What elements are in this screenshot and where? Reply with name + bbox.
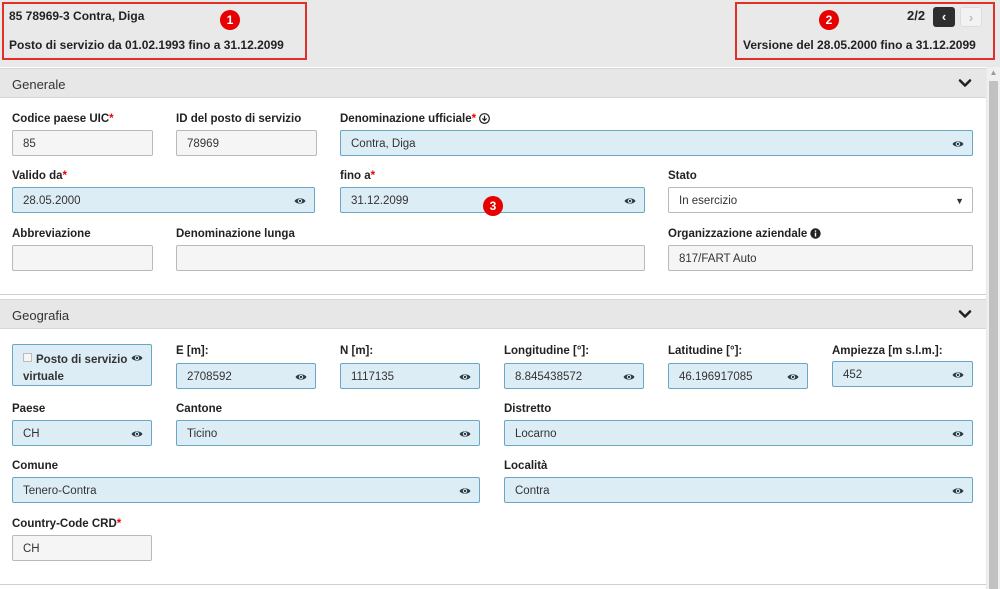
dropdown-arrow-icon: ▼ — [955, 196, 964, 206]
annotation-badge-2: 2 — [819, 10, 839, 30]
e-coordinate-label: E [m]: — [176, 345, 209, 357]
organizzazione-aziendale-field[interactable]: 817/FART Auto — [668, 245, 973, 271]
codice-paese-field[interactable]: 85 — [12, 130, 153, 156]
annotation-badge-3: 3 — [483, 196, 503, 216]
version-text: Versione del 28.05.2000 fino a 31.12.209… — [743, 38, 976, 52]
eye-icon[interactable] — [624, 195, 636, 207]
eye-icon[interactable] — [787, 371, 799, 383]
ampiezza-label: Ampiezza [m s.l.m.]: — [832, 345, 943, 357]
denominazione-ufficiale-field[interactable]: Contra, Diga — [340, 130, 973, 156]
stato-label: Stato — [668, 170, 697, 182]
latitudine-label: Latitudine [°]: — [668, 345, 743, 357]
country-code-crd-field[interactable]: CH — [12, 535, 152, 561]
country-code-crd-label: Country-Code CRD* — [12, 518, 122, 530]
longitudine-field[interactable]: 8.845438572 — [504, 363, 644, 389]
scrollbar-thumb[interactable] — [989, 81, 998, 589]
eye-icon[interactable] — [952, 369, 964, 381]
id-posto-label: ID del posto di servizio — [176, 113, 302, 125]
denominazione-lunga-field[interactable] — [176, 245, 645, 271]
n-coordinate-field[interactable]: 1117135 — [340, 363, 480, 389]
localita-field[interactable]: Contra — [504, 477, 973, 503]
paese-label: Paese — [12, 403, 46, 415]
section-title-generale: Generale — [12, 77, 66, 92]
header-bar: 85 78969-3 Contra, Diga Posto di servizi… — [0, 0, 1000, 65]
chevron-down-icon[interactable] — [958, 307, 972, 321]
section-header-geografia[interactable]: Geografia — [0, 299, 986, 329]
info-icon[interactable] — [810, 228, 822, 239]
validity-text: Posto di servizio da 01.02.1993 fino a 3… — [9, 38, 284, 52]
n-coordinate-label: N [m]: — [340, 345, 374, 357]
download-info-icon[interactable] — [479, 113, 491, 124]
chevron-right-icon: › — [968, 10, 974, 25]
posto-virtuale-label: Posto di servizio virtuale — [23, 354, 128, 383]
comune-label: Comune — [12, 460, 58, 472]
prev-version-button[interactable]: ‹ — [933, 7, 955, 27]
eye-icon[interactable] — [952, 485, 964, 497]
scroll-up-arrow-icon[interactable]: ▲ — [987, 67, 1000, 79]
distretto-label: Distretto — [504, 403, 552, 415]
form-content: Generale Codice paese UIC* 85 ID del pos… — [0, 67, 986, 589]
posto-virtuale-checkbox-field[interactable]: Posto di servizio virtuale — [12, 344, 152, 386]
valido-da-label: Valido da* — [12, 170, 67, 182]
vertical-scrollbar[interactable]: ▲ — [987, 67, 1000, 589]
abbreviazione-label: Abbreviazione — [12, 228, 91, 240]
annotation-badge-1: 1 — [220, 10, 240, 30]
pager-count: 2/2 — [907, 8, 926, 23]
longitudine-label: Longitudine [°]: — [504, 345, 590, 357]
page-title: 85 78969-3 Contra, Diga — [9, 9, 145, 23]
eye-icon[interactable] — [623, 371, 635, 383]
eye-icon[interactable] — [459, 485, 471, 497]
codice-paese-label: Codice paese UIC* — [12, 113, 114, 125]
organizzazione-aziendale-label: Organizzazione aziendale — [668, 228, 822, 240]
eye-icon[interactable] — [459, 428, 471, 440]
chevron-down-icon[interactable] — [958, 76, 972, 90]
eye-icon[interactable] — [295, 371, 307, 383]
abbreviazione-field[interactable] — [12, 245, 153, 271]
next-version-button[interactable]: › — [960, 7, 982, 27]
distretto-field[interactable]: Locarno — [504, 420, 973, 446]
stato-select[interactable]: In esercizio ▼ — [668, 187, 973, 213]
cantone-field[interactable]: Ticino — [176, 420, 480, 446]
denominazione-lunga-label: Denominazione lunga — [176, 228, 295, 240]
cantone-label: Cantone — [176, 403, 222, 415]
eye-icon[interactable] — [952, 428, 964, 440]
id-posto-field[interactable]: 78969 — [176, 130, 317, 156]
eye-icon[interactable] — [131, 428, 143, 440]
section-title-geografia: Geografia — [12, 308, 70, 323]
denominazione-ufficiale-label: Denominazione ufficiale* — [340, 113, 491, 125]
e-coordinate-field[interactable]: 2708592 — [176, 363, 316, 389]
localita-label: Località — [504, 460, 548, 472]
ampiezza-field[interactable]: 452 — [832, 361, 973, 387]
section-divider — [0, 584, 986, 585]
chevron-left-icon: ‹ — [941, 9, 947, 24]
section-header-generale[interactable]: Generale — [0, 68, 986, 98]
comune-field[interactable]: Tenero-Contra — [12, 477, 480, 503]
eye-icon[interactable] — [459, 371, 471, 383]
paese-field[interactable]: CH — [12, 420, 152, 446]
eye-icon[interactable] — [131, 352, 143, 364]
eye-icon[interactable] — [294, 195, 306, 207]
eye-icon[interactable] — [952, 138, 964, 150]
valido-da-field[interactable]: 28.05.2000 — [12, 187, 315, 213]
section-divider — [0, 294, 986, 295]
latitudine-field[interactable]: 46.196917085 — [668, 363, 808, 389]
fino-a-label: fino a* — [340, 170, 376, 182]
